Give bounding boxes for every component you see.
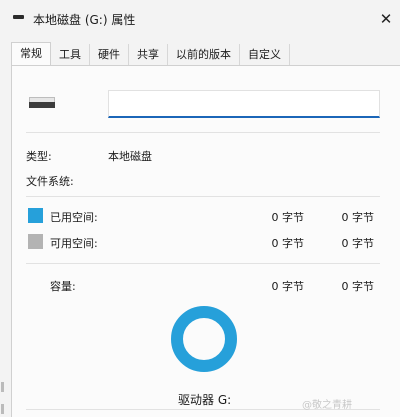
used-space-size: 0 字节 (341, 211, 375, 224)
tab-general[interactable]: 常规 (11, 42, 51, 65)
drive-label: 驱动器 G: (178, 393, 232, 407)
used-space-label: 已用空间: (50, 211, 98, 224)
free-space-label: 可用空间: (50, 237, 98, 250)
capacity-bytes: 0 字节 (271, 280, 305, 293)
divider (26, 132, 380, 133)
general-panel: 类型: 本地磁盘 文件系统: 已用空间: 0 字节 0 字节 可用空间: 0 字… (11, 65, 400, 417)
divider (26, 263, 380, 264)
hard-drive-icon (29, 97, 55, 108)
drive-icon (13, 15, 24, 19)
window-edge-mark (1, 382, 4, 392)
tab-sharing[interactable]: 共享 (129, 44, 168, 65)
filesystem-label: 文件系统: (26, 175, 74, 188)
capacity-size: 0 字节 (341, 280, 375, 293)
divider (26, 196, 380, 197)
used-space-bytes: 0 字节 (271, 211, 305, 224)
title-bar: 本地磁盘 (G:) 属性 ✕ (0, 0, 400, 36)
used-space-swatch (28, 208, 43, 223)
window-title: 本地磁盘 (G:) 属性 (33, 13, 136, 27)
window-edge-mark (1, 404, 4, 414)
free-space-bytes: 0 字节 (271, 237, 305, 250)
close-button[interactable]: ✕ (372, 6, 400, 32)
type-value: 本地磁盘 (108, 150, 152, 163)
tab-tools[interactable]: 工具 (51, 44, 90, 65)
type-label: 类型: (26, 150, 52, 163)
tab-customize[interactable]: 自定义 (240, 44, 290, 65)
disk-usage-donut (171, 306, 237, 372)
watermark: @敬之青耕 (302, 400, 352, 411)
capacity-label: 容量: (50, 280, 76, 293)
free-space-size: 0 字节 (341, 237, 375, 250)
free-space-swatch (28, 234, 43, 249)
tab-hardware[interactable]: 硬件 (90, 44, 129, 65)
tab-previous-versions[interactable]: 以前的版本 (168, 44, 240, 65)
tab-strip: 常规 工具 硬件 共享 以前的版本 自定义 (11, 42, 290, 66)
volume-name-input[interactable] (108, 90, 380, 118)
